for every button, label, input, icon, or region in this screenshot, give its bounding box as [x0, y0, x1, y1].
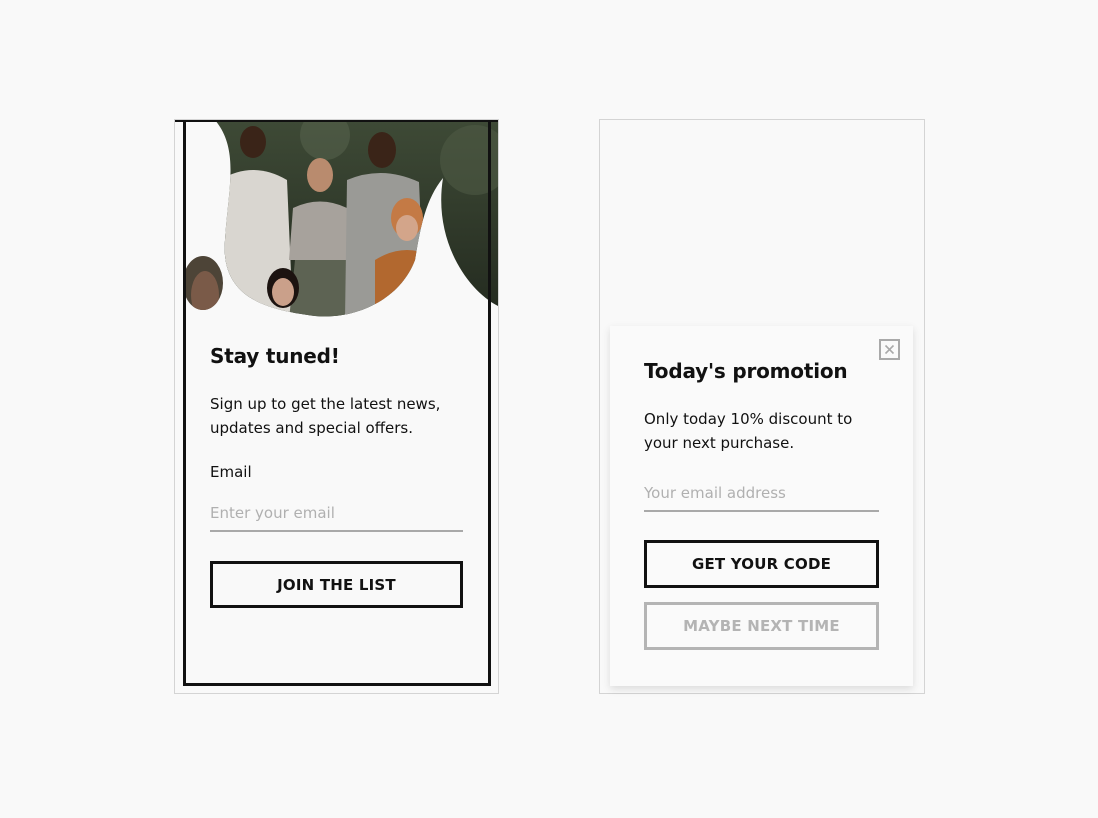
close-button[interactable]	[879, 339, 900, 360]
group-photo	[175, 120, 498, 317]
email-address-input[interactable]	[644, 476, 879, 512]
close-icon	[884, 344, 895, 355]
email-input[interactable]	[210, 496, 463, 532]
join-list-button[interactable]: JOIN THE LIST	[210, 561, 463, 608]
maybe-next-time-button[interactable]: MAYBE NEXT TIME	[644, 602, 879, 650]
promotion-description: Only today 10% discount to your next pur…	[644, 410, 853, 452]
promotion-title: Today's promotion	[644, 359, 848, 383]
signup-title: Stay tuned!	[210, 344, 340, 368]
signup-description: Sign up to get the latest news, updates …	[210, 395, 441, 437]
promotion-card: Today's promotion Only today 10% discoun…	[599, 119, 925, 694]
promotion-popup: Today's promotion Only today 10% discoun…	[610, 326, 913, 686]
get-code-button[interactable]: GET YOUR CODE	[644, 540, 879, 588]
top-border	[175, 120, 498, 122]
email-label: Email	[210, 463, 252, 481]
signup-popup: Stay tuned! Sign up to get the latest ne…	[174, 119, 499, 694]
